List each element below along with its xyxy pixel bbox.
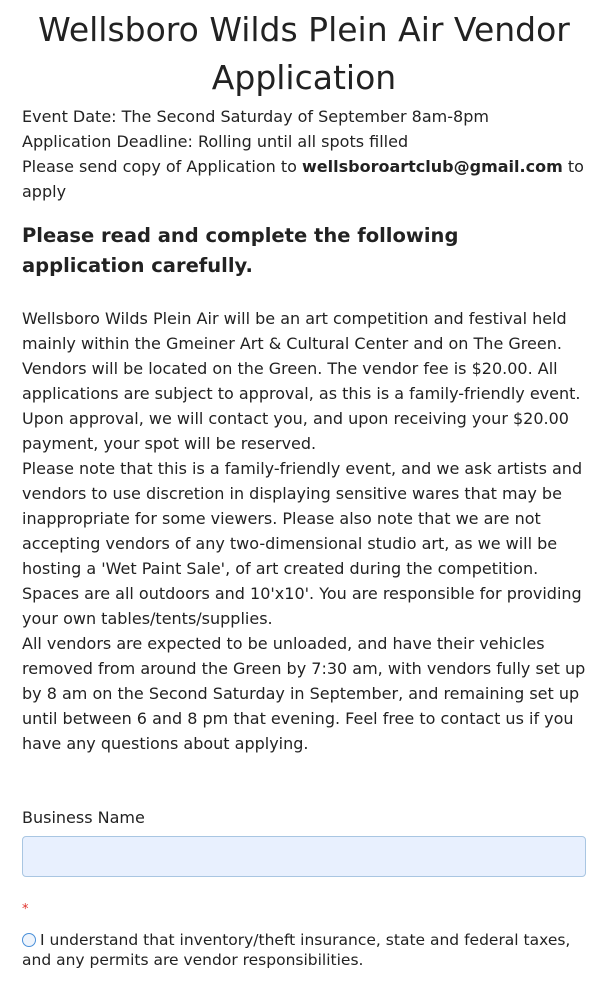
event-info: Event Date: The Second Saturday of Septe…	[22, 104, 586, 204]
description-paragraph-3: All vendors are expected to be unloaded,…	[22, 634, 586, 753]
send-prefix: Please send copy of Application to	[22, 157, 303, 176]
required-marker: *	[22, 902, 29, 917]
application-deadline: Application Deadline: Rolling until all …	[22, 132, 409, 151]
business-name-label: Business Name	[22, 808, 145, 827]
business-name-input[interactable]	[22, 836, 586, 877]
instructions-heading: Please read and complete the following a…	[22, 224, 459, 277]
agreement-option[interactable]: I understand that inventory/theft insura…	[22, 930, 586, 970]
page-title: Wellsboro Wilds Plein Air Vendor Applica…	[38, 10, 570, 97]
event-description: Wellsboro Wilds Plein Air will be an art…	[22, 306, 586, 756]
event-date: Event Date: The Second Saturday of Septe…	[22, 107, 489, 126]
agreement-radio[interactable]	[22, 933, 36, 947]
agreement-label: I understand that inventory/theft insura…	[22, 931, 571, 969]
description-paragraph-2: Please note that this is a family-friend…	[22, 459, 583, 628]
contact-email: wellsboroartclub@gmail.com	[302, 157, 563, 176]
send-instructions: Please send copy of Application to wells…	[22, 154, 586, 204]
application-page: Wellsboro Wilds Plein Air Vendor Applica…	[0, 0, 608, 996]
description-paragraph-1: Wellsboro Wilds Plein Air will be an art…	[22, 309, 581, 453]
